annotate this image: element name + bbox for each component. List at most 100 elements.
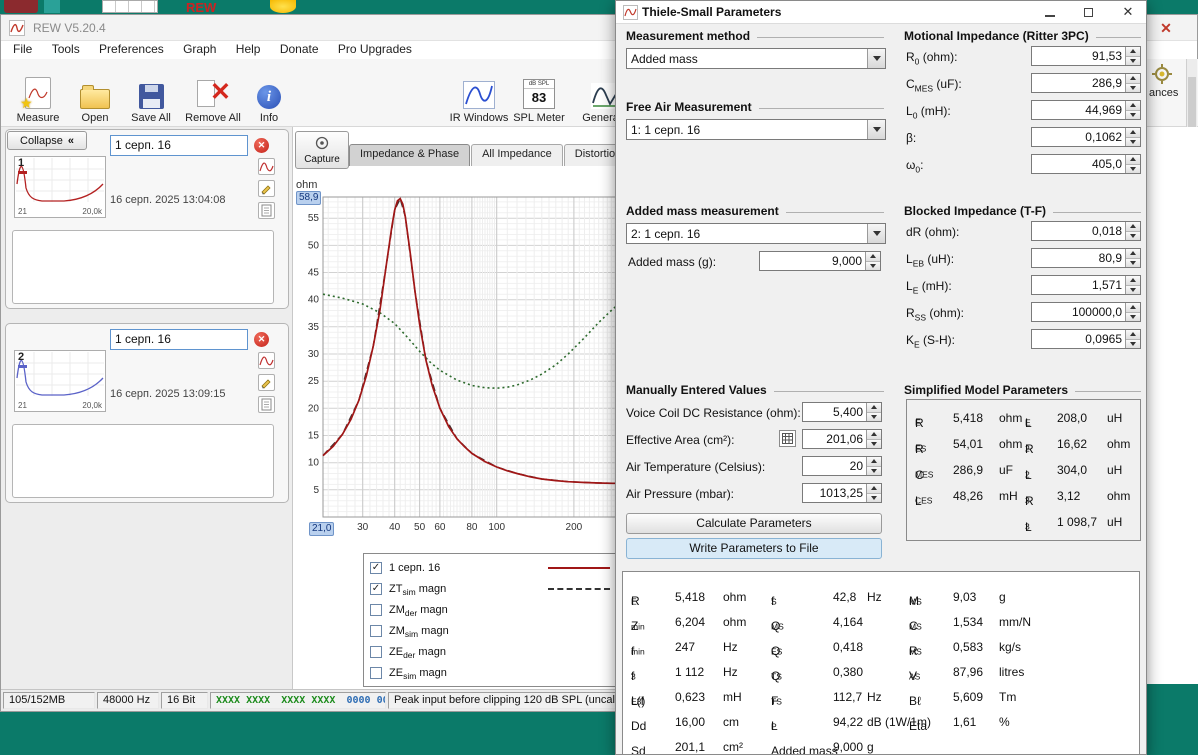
edit-pencil-icon[interactable] [258, 180, 275, 197]
parameter-spinner[interactable]: 1,571 [1031, 275, 1141, 295]
free-air-measurement-dropdown[interactable]: 1: 1 серп. 16 [626, 119, 886, 140]
menu-item[interactable]: Preferences [91, 41, 172, 57]
menu-item[interactable]: Pro Upgrades [330, 41, 420, 57]
remove-all-button[interactable]: ✕ Remove All [181, 62, 245, 124]
background-generator-fragment [270, 0, 296, 13]
trace-checkbox[interactable] [370, 625, 382, 637]
dialog-close-button[interactable]: ✕ [1113, 2, 1143, 22]
window-close-button[interactable]: ✕ [1157, 19, 1175, 37]
write-parameters-button[interactable]: Write Parameters to File [626, 538, 882, 559]
dialog-minimize-button[interactable] [1035, 2, 1065, 22]
manual-value-spinner[interactable]: 5,400 [802, 402, 882, 422]
manual-value-spinner[interactable]: 201,06 [802, 429, 882, 449]
legend-row[interactable]: ZEsim magn [364, 662, 618, 683]
measurement-card[interactable]: 1 серп. 16 ✕ 2 21 20,0k 16 се [5, 323, 289, 503]
capture-button[interactable]: Capture [295, 131, 349, 169]
spinner-buttons[interactable] [1125, 155, 1140, 173]
spinner-buttons[interactable] [1125, 222, 1140, 240]
trace-checkbox[interactable]: ✓ [370, 562, 382, 574]
measurement-thumbnail[interactable]: 1 21 20,0k [14, 156, 106, 218]
spinner-buttons[interactable] [1125, 303, 1140, 321]
parameter-spinner[interactable]: 0,0965 [1031, 329, 1141, 349]
trace-checkbox[interactable] [370, 604, 382, 616]
measurement-card[interactable]: 1 серп. 16 ✕ 1 21 20,0k 16 се [5, 129, 289, 309]
trace-settings-icon[interactable] [258, 352, 275, 369]
parameter-spinner[interactable]: 0,018 [1031, 221, 1141, 241]
spl-meter-button[interactable]: dB SPL 83 SPL Meter [513, 62, 565, 124]
spinner-buttons[interactable] [866, 430, 881, 448]
legend-row[interactable]: ✓ 1 серп. 16 [364, 557, 618, 578]
impedance-chart[interactable]: 5101520253035404550553040506080100200 [293, 187, 623, 539]
legend-row[interactable]: ✓ ZTsim magn [364, 578, 618, 599]
preferences-icon[interactable] [1151, 63, 1173, 88]
trace-settings-icon[interactable] [258, 158, 275, 175]
manual-value-spinner[interactable]: 20 [802, 456, 882, 476]
graph-tab[interactable]: Impedance & Phase [349, 144, 470, 166]
delete-measurement-button[interactable]: ✕ [254, 138, 269, 153]
save-all-button[interactable]: Save All [123, 62, 179, 124]
graph-tab[interactable]: All Impedance [471, 144, 563, 166]
notes-icon[interactable] [258, 396, 275, 413]
parameter-spinner[interactable]: 100000,0 [1031, 302, 1141, 322]
dropdown-arrow-icon[interactable] [867, 224, 885, 243]
area-calculator-button[interactable] [779, 430, 796, 447]
parameter-spinner[interactable]: 80,9 [1031, 248, 1141, 268]
spinner-buttons[interactable] [1125, 249, 1140, 267]
parameter-spinner[interactable]: 405,0 [1031, 154, 1141, 174]
measurement-name-input[interactable]: 1 серп. 16 [110, 135, 248, 156]
dialog-maximize-button[interactable] [1073, 2, 1103, 22]
parameter-spinner[interactable]: 44,969 [1031, 100, 1141, 120]
parameter-spinner[interactable]: 0,1062 [1031, 127, 1141, 147]
menu-item[interactable]: File [5, 41, 40, 57]
menu-item[interactable]: Donate [272, 41, 327, 57]
dialog-titlebar[interactable]: Thiele-Small Parameters ✕ [616, 1, 1146, 24]
spinner-buttons[interactable] [1125, 128, 1140, 146]
legend-row[interactable]: ZMder magn [364, 599, 618, 620]
result-row: CMS 1,534 mm/N [909, 611, 1135, 636]
measurement-thumbnail[interactable]: 2 21 20,0k [14, 350, 106, 412]
collapse-panel-button[interactable]: Collapse « [7, 131, 87, 150]
legend-row[interactable]: ZEder magn [364, 641, 618, 662]
info-button[interactable]: i Info [249, 62, 289, 124]
spinner-buttons[interactable] [866, 484, 881, 502]
spinner-buttons[interactable] [865, 252, 880, 270]
dropdown-arrow-icon[interactable] [867, 120, 885, 139]
spinner-buttons[interactable] [866, 403, 881, 421]
spinner-buttons[interactable] [866, 457, 881, 475]
ir-windows-button[interactable]: IR Windows [449, 62, 509, 124]
edit-pencil-icon[interactable] [258, 374, 275, 391]
calculate-parameters-button[interactable]: Calculate Parameters [626, 513, 882, 534]
measurement-notes-box[interactable] [12, 424, 274, 498]
manual-value-spinner[interactable]: 1013,25 [802, 483, 882, 503]
notes-icon[interactable] [258, 202, 275, 219]
simplified-parameter: R2 16,62 ohm [1025, 432, 1139, 458]
added-mass-measurement-dropdown[interactable]: 2: 1 серп. 16 [626, 223, 886, 244]
parameter-spinner[interactable]: 91,53 [1031, 46, 1141, 66]
menu-item[interactable]: Tools [44, 41, 88, 57]
trace-checkbox[interactable]: ✓ [370, 583, 382, 595]
measurement-name-input[interactable]: 1 серп. 16 [110, 329, 248, 350]
trace-checkbox[interactable] [370, 646, 382, 658]
measurement-notes-box[interactable] [12, 230, 274, 304]
blocked-parameter-row: LE (mH): 1,571 [904, 274, 1141, 301]
delete-measurement-button[interactable]: ✕ [254, 332, 269, 347]
added-mass-spinner[interactable]: 9,000 [759, 251, 881, 271]
measurement-method-dropdown[interactable]: Added mass [626, 48, 886, 69]
dropdown-arrow-icon[interactable] [867, 49, 885, 68]
spinner-buttons[interactable] [1125, 74, 1140, 92]
legend-row[interactable]: ZMsim magn [364, 620, 618, 641]
blocked-parameter-row: LEB (uH): 80,9 [904, 247, 1141, 274]
measure-button[interactable]: ★ Measure [9, 62, 67, 124]
spinner-buttons[interactable] [1125, 47, 1140, 65]
svg-text:100: 100 [488, 522, 505, 533]
spinner-buttons[interactable] [1125, 330, 1140, 348]
trace-checkbox[interactable] [370, 667, 382, 679]
svg-text:10: 10 [308, 458, 320, 469]
measurement-date: 16 серп. 2025 13:04:08 [110, 194, 225, 206]
parameter-spinner[interactable]: 286,9 [1031, 73, 1141, 93]
menu-item[interactable]: Help [228, 41, 269, 57]
spinner-buttons[interactable] [1125, 101, 1140, 119]
open-button[interactable]: Open [71, 62, 119, 124]
menu-item[interactable]: Graph [175, 41, 224, 57]
spinner-buttons[interactable] [1125, 276, 1140, 294]
